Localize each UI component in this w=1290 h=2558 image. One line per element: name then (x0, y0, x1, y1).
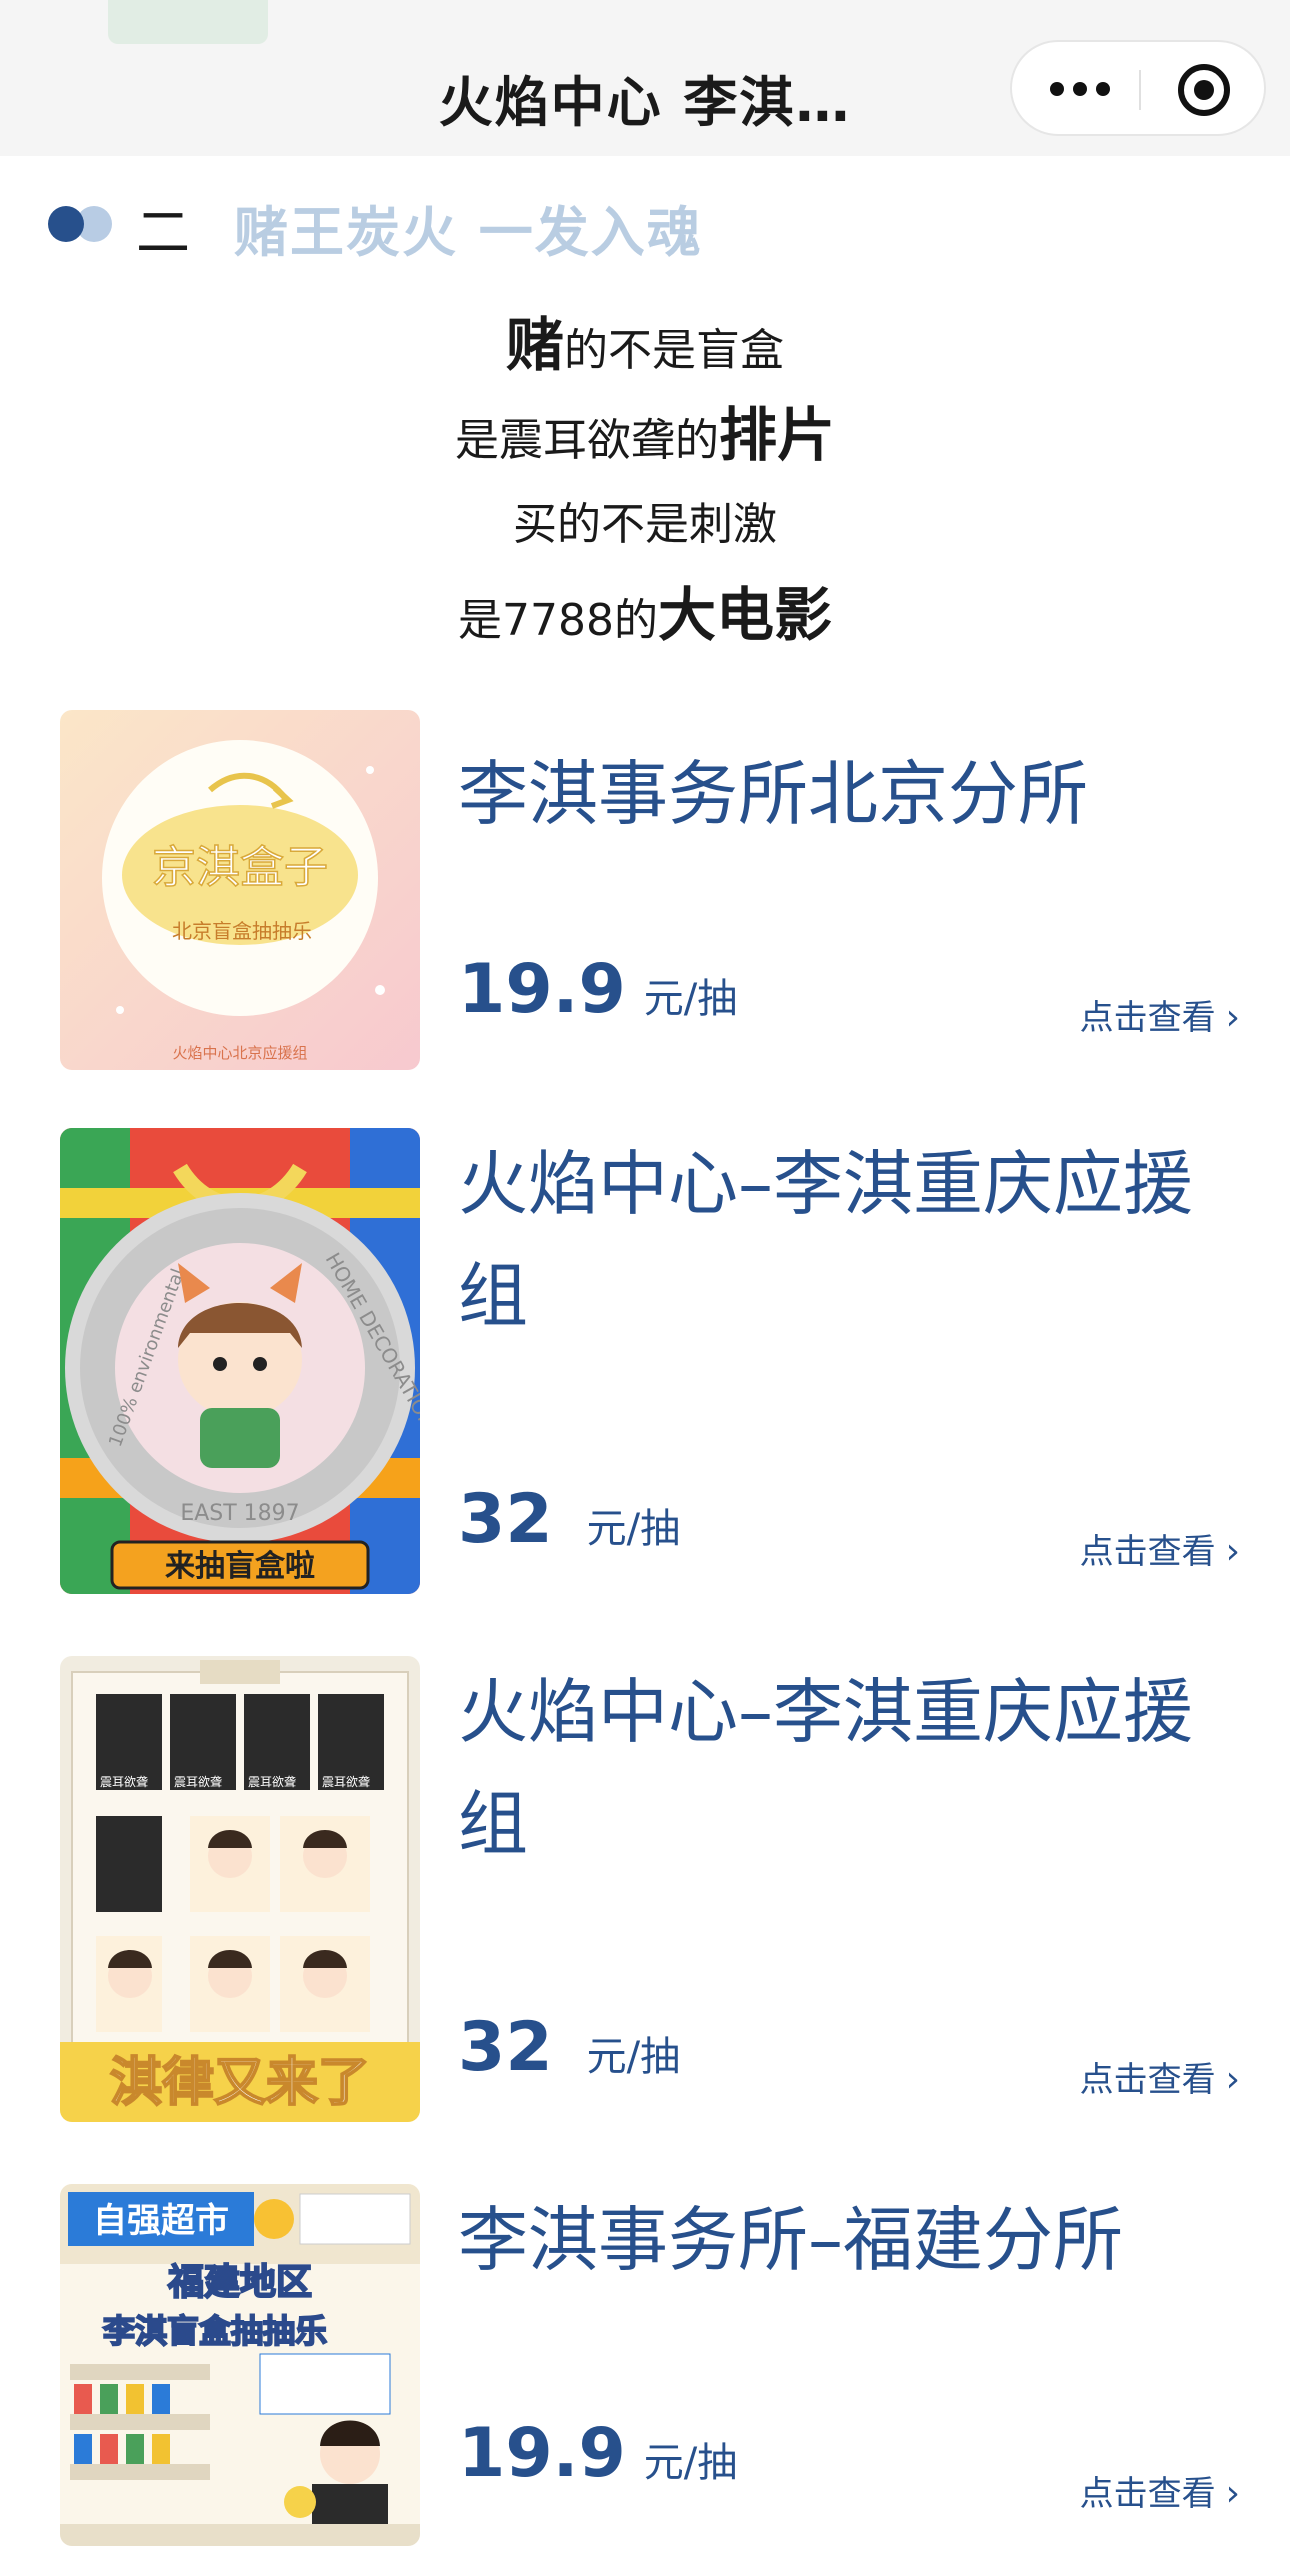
chevron-right-icon: › (1225, 1531, 1240, 1572)
svg-text:淇律又来了: 淇律又来了 (110, 2053, 370, 2113)
svg-text:震耳欲聋: 震耳欲聋 (100, 1774, 148, 1789)
product-title[interactable]: 李淇事务所–福建分所 (458, 2184, 1238, 2296)
svg-text:来抽盲盒啦: 来抽盲盒啦 (165, 1549, 315, 1584)
poem-line-1: 赌的不是盲盒 (505, 311, 784, 379)
price-row: 32 元/抽 (458, 2008, 680, 2087)
blind-box-cover-image: HOME DECORATION 100% environmental EAST … (60, 1128, 420, 1594)
blind-box-cover-image: 震耳欲聋 震耳欲聋 震耳欲聋 震耳欲聋 淇律又来了 (60, 1656, 420, 2122)
poem-line-4: 是7788的大电影 (458, 581, 832, 649)
price-row: 19.9 元/抽 (458, 2414, 737, 2493)
product-card[interactable]: HOME DECORATION 100% environmental EAST … (60, 1128, 1250, 1596)
product-card[interactable]: 自强超市 福建地区 李淇盲盒抽抽乐 李淇事务所–福建分所 19.9 元/抽 点击… (60, 2184, 1250, 2558)
blind-box-cover-image: 自强超市 福建地区 李淇盲盒抽抽乐 (60, 2184, 420, 2546)
product-title[interactable]: 火焰中心–李淇重庆应援组 (458, 1656, 1238, 1880)
more-dots-icon[interactable] (1050, 74, 1110, 104)
section-number: 二 (136, 201, 190, 264)
price-row: 19.9 元/抽 (458, 950, 737, 1029)
poem-line-3: 买的不是刺激 (513, 499, 777, 550)
product-price: 19.9 (458, 950, 626, 1029)
product-price: 19.9 (458, 2414, 626, 2493)
product-thumbnail[interactable]: HOME DECORATION 100% environmental EAST … (60, 1128, 420, 1594)
product-title[interactable]: 李淇事务所北京分所 (458, 738, 1238, 850)
svg-text:京淇盒子: 京淇盒子 (152, 842, 328, 893)
section-title: 赌王炭火 一发入魂 (234, 201, 703, 264)
chevron-right-icon: › (1225, 997, 1240, 1038)
chevron-right-icon: › (1225, 2059, 1240, 2100)
svg-text:李淇盲盒抽抽乐: 李淇盲盒抽抽乐 (103, 2312, 327, 2350)
price-unit: 元/抽 (643, 2440, 738, 2486)
svg-text:福建地区: 福建地区 (167, 2262, 312, 2303)
view-details-link[interactable]: 点击查看 › (1080, 1524, 1240, 1573)
product-price: 32 (458, 2008, 553, 2087)
product-thumbnail[interactable]: 震耳欲聋 震耳欲聋 震耳欲聋 震耳欲聋 淇律又来了 (60, 1656, 420, 2122)
mini-program-capsule (1010, 40, 1266, 136)
svg-text:震耳欲聋: 震耳欲聋 (322, 1774, 370, 1789)
product-price: 32 (458, 1480, 553, 1559)
svg-text:EAST 1897: EAST 1897 (180, 1501, 299, 1526)
target-icon[interactable] (1178, 64, 1230, 116)
price-row: 32 元/抽 (458, 1480, 680, 1559)
product-thumbnail[interactable]: 京淇盒子 北京盲盒抽抽乐 火焰中心北京应援组 (60, 710, 420, 1070)
top-navigation-bar: 火焰中心 李淇… (0, 0, 1290, 156)
product-thumbnail[interactable]: 自强超市 福建地区 李淇盲盒抽抽乐 (60, 2184, 420, 2546)
svg-text:震耳欲聋: 震耳欲聋 (174, 1774, 222, 1789)
capsule-divider (1139, 70, 1141, 110)
price-unit: 元/抽 (643, 976, 738, 1022)
blind-box-cover-image: 京淇盒子 北京盲盒抽抽乐 火焰中心北京应援组 (60, 710, 420, 1070)
nav-scroll-remnant (108, 0, 268, 44)
poem-line-2: 是震耳欲聋的排片 (454, 401, 835, 469)
price-unit: 元/抽 (586, 1506, 681, 1552)
intro-poem: 赌的不是盲盒 是震耳欲聋的排片 买的不是刺激 是7788的大电影 (0, 300, 1290, 660)
view-details-link[interactable]: 点击查看 › (1080, 990, 1240, 1039)
chevron-right-icon: › (1225, 2473, 1240, 2514)
view-details-link[interactable]: 点击查看 › (1080, 2052, 1240, 2101)
product-title[interactable]: 火焰中心–李淇重庆应援组 (458, 1128, 1238, 1352)
product-card[interactable]: 京淇盒子 北京盲盒抽抽乐 火焰中心北京应援组 李淇事务所北京分所 19.9 元/抽… (60, 710, 1250, 1072)
svg-text:震耳欲聋: 震耳欲聋 (248, 1774, 296, 1789)
section-bullet-icon (48, 206, 112, 242)
view-details-link[interactable]: 点击查看 › (1080, 2466, 1240, 2515)
svg-text:北京盲盒抽抽乐: 北京盲盒抽抽乐 (172, 919, 312, 943)
product-card[interactable]: 震耳欲聋 震耳欲聋 震耳欲聋 震耳欲聋 淇律又来了 火焰中心–李淇重庆应援组 3… (60, 1656, 1250, 2124)
svg-text:火焰中心北京应援组: 火焰中心北京应援组 (172, 1044, 307, 1062)
svg-text:自强超市: 自强超市 (93, 2201, 229, 2241)
price-unit: 元/抽 (586, 2034, 681, 2080)
